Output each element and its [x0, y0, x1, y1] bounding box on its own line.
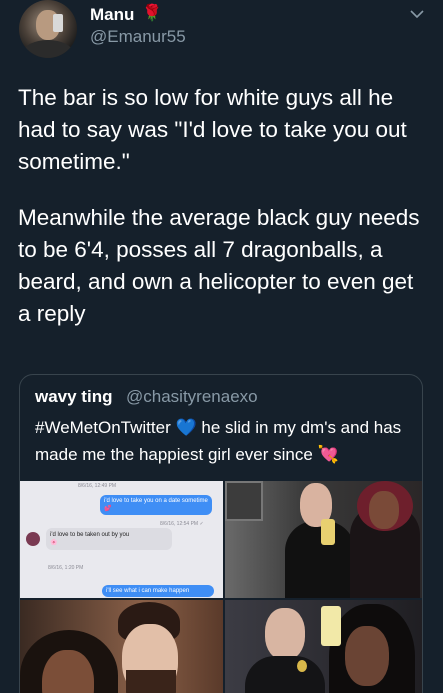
- avatar-shirt: [23, 40, 73, 58]
- quoted-tweet-text: #WeMetOnTwitter 💙 he slid in my dm's and…: [35, 414, 420, 468]
- woman-face: [345, 626, 389, 686]
- man-body: [285, 521, 355, 598]
- dm-message-sent-1: i'd love to take you on a date sometime …: [100, 495, 212, 515]
- blue-heart-icon: 💙: [175, 418, 197, 437]
- dm-message-received: i'd love to be taken out by you 🌸: [46, 528, 172, 550]
- quoted-author-handle: @chasityrenaexo: [126, 387, 258, 406]
- phone-icon: [321, 519, 335, 545]
- dm-message-2-text: i'd love to be taken out by you: [50, 532, 130, 538]
- phone-icon: [321, 606, 341, 646]
- author-name[interactable]: Manu: [90, 5, 134, 25]
- photo-frame: [225, 481, 263, 521]
- tweet-text-paragraph-2: Meanwhile the average black guy needs to…: [18, 205, 420, 326]
- avatar[interactable]: [19, 0, 77, 58]
- dm-sender-avatar: [26, 532, 40, 546]
- dm-message-1-text: i'd love to take you on a date sometime: [104, 498, 208, 504]
- hashtag-link[interactable]: #WeMetOnTwitter: [35, 418, 171, 437]
- tweet-text-paragraph-1: The bar is so low for white guys all he …: [18, 85, 407, 174]
- media-dm-screenshot[interactable]: 8/6/16, 12:49 PM i'd love to take you on…: [20, 481, 223, 598]
- heart-arrow-icon: 💘: [317, 445, 339, 464]
- hearts-icon: 💕: [104, 506, 112, 512]
- woman-face: [369, 491, 399, 529]
- quoted-author-name: wavy ting: [35, 387, 113, 406]
- author-handle[interactable]: @Emanur55: [90, 27, 186, 47]
- chevron-down-icon[interactable]: [409, 6, 425, 22]
- watch-icon: [297, 660, 307, 672]
- media-photo-selfie-2[interactable]: [225, 600, 422, 693]
- man-face: [265, 608, 305, 660]
- dm-date-2: 8/6/16, 12:54 PM ✓: [160, 521, 204, 527]
- flower-icon: 🌸: [50, 540, 58, 546]
- dm-date-3: 8/6/16, 1:20 PM: [48, 565, 84, 571]
- media-photo-couple[interactable]: [20, 600, 223, 693]
- dm-message-sent-2: i'll see what i can make happen: [102, 585, 214, 597]
- man-beard: [126, 670, 176, 693]
- media-photo-mirror-selfie[interactable]: [225, 481, 422, 598]
- quoted-tweet[interactable]: wavy ting @chasityrenaexo #WeMetOnTwitte…: [19, 374, 423, 693]
- tweet-header: Manu 🌹 @Emanur55: [0, 0, 443, 70]
- dm-date-1: 8/6/16, 12:49 PM: [78, 483, 117, 489]
- man-body: [245, 656, 325, 693]
- avatar-phone: [53, 14, 63, 32]
- media-grid: 8/6/16, 12:49 PM i'd love to take you on…: [20, 481, 422, 693]
- rose-emoji-icon: 🌹: [142, 5, 162, 22]
